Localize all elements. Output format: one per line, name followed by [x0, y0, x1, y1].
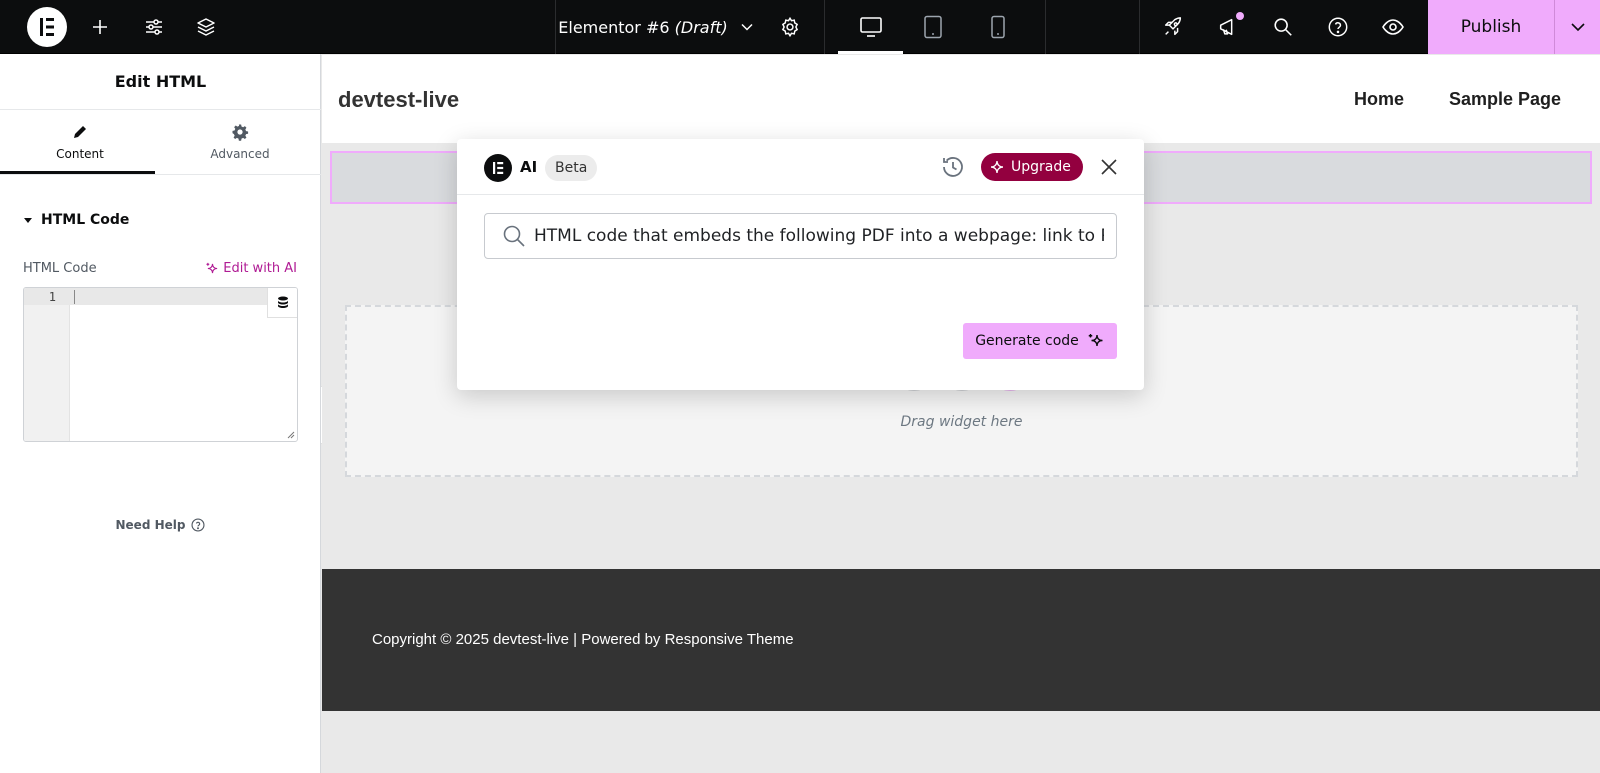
search-icon	[503, 225, 525, 247]
upgrade-label: Upgrade	[1011, 159, 1071, 175]
generate-code-label: Generate code	[975, 333, 1079, 349]
nav-link-home[interactable]: Home	[1354, 89, 1404, 110]
drop-area-text: Drag widget here	[900, 414, 1023, 430]
editor-panel: Edit HTML Content Advanced HTML Code HTM…	[0, 54, 321, 773]
eye-icon	[1382, 19, 1404, 35]
code-gutter	[24, 288, 70, 441]
tablet-icon	[924, 15, 942, 39]
device-desktop-button[interactable]	[838, 0, 903, 54]
site-header: devtest-live Home Sample Page	[322, 55, 1600, 143]
add-element-button[interactable]	[80, 0, 120, 54]
section-title: HTML Code	[41, 212, 130, 228]
tab-advanced-label: Advanced	[210, 147, 270, 161]
history-button[interactable]	[939, 153, 967, 186]
need-help-label: Need Help	[115, 518, 186, 532]
mobile-icon	[991, 15, 1005, 39]
html-code-label: HTML Code	[23, 261, 97, 276]
panel-title: Edit HTML	[0, 54, 321, 110]
footer-copyright: Copyright © 2025 devtest-live | Powered …	[372, 631, 794, 648]
structure-button[interactable]	[186, 0, 226, 54]
megaphone-icon	[1219, 18, 1233, 36]
line-number: 1	[48, 290, 56, 304]
active-code-line	[24, 288, 297, 305]
search-icon	[1274, 18, 1292, 36]
tab-content[interactable]: Content	[0, 110, 160, 174]
preview-button[interactable]	[1373, 0, 1413, 54]
finder-button[interactable]	[1263, 0, 1303, 54]
edit-with-ai-button[interactable]: Edit with AI	[206, 261, 297, 276]
html-code-editor[interactable]: 1	[23, 287, 298, 442]
device-tablet-button[interactable]	[903, 0, 963, 54]
history-icon	[943, 157, 963, 177]
tab-advanced[interactable]: Advanced	[160, 110, 320, 174]
database-icon	[277, 296, 288, 308]
help-button[interactable]	[1318, 0, 1358, 54]
help-circle-icon	[1328, 17, 1348, 37]
sparkle-icon	[990, 160, 1004, 174]
sliders-icon	[146, 19, 162, 35]
dynamic-tags-button[interactable]	[267, 288, 297, 318]
edit-with-ai-label: Edit with AI	[223, 261, 297, 276]
resize-handle-icon[interactable]	[285, 429, 295, 439]
site-title[interactable]: devtest-live	[338, 87, 459, 113]
chevron-down-icon	[1570, 23, 1585, 32]
notification-dot	[1236, 12, 1244, 20]
ai-dialog: AI Beta Upgrade Generate code	[457, 139, 1144, 390]
chevron-down-icon	[741, 23, 753, 31]
whats-new-button[interactable]	[1208, 0, 1248, 54]
gear-icon	[781, 16, 799, 38]
launchpad-button[interactable]	[1153, 0, 1193, 54]
generate-code-button[interactable]: Generate code	[963, 323, 1117, 359]
close-icon	[1101, 159, 1117, 175]
ai-sparkle-icon	[206, 262, 218, 274]
tab-content-label: Content	[56, 147, 104, 161]
need-help-link[interactable]: Need Help	[0, 518, 321, 532]
document-title: Elementor #6 (Draft)	[558, 17, 728, 37]
beta-badge: Beta	[545, 155, 598, 181]
ai-dialog-title: AI	[520, 158, 538, 176]
elementor-logo-icon[interactable]	[27, 7, 67, 47]
text-cursor	[74, 290, 75, 304]
site-footer: Copyright © 2025 devtest-live | Powered …	[322, 569, 1600, 711]
top-bar: Elementor #6 (Draft) Publish	[0, 0, 1600, 54]
page-settings-button[interactable]	[770, 0, 810, 54]
help-circle-icon	[191, 518, 206, 532]
caret-down-icon	[24, 218, 32, 223]
publish-options-button[interactable]	[1555, 0, 1600, 54]
pencil-icon	[74, 126, 86, 138]
publish-button[interactable]: Publish	[1428, 0, 1554, 54]
section-html-code-toggle[interactable]: HTML Code	[23, 212, 129, 228]
gear-icon	[232, 124, 249, 141]
device-mobile-button[interactable]	[968, 0, 1028, 54]
ai-dialog-header: AI Beta Upgrade	[457, 139, 1144, 195]
nav-link-sample-page[interactable]: Sample Page	[1449, 89, 1561, 110]
rocket-icon	[1164, 17, 1182, 36]
ai-sparkle-icon	[1088, 334, 1103, 347]
ai-prompt-input[interactable]	[534, 216, 1104, 256]
elementor-ai-logo-icon	[484, 154, 512, 182]
upgrade-button[interactable]: Upgrade	[981, 153, 1083, 181]
plus-icon	[93, 20, 107, 34]
ai-prompt-field[interactable]	[484, 213, 1117, 259]
close-dialog-button[interactable]	[1095, 153, 1123, 181]
site-settings-button[interactable]	[134, 0, 174, 54]
desktop-icon	[859, 17, 882, 37]
document-title-dropdown[interactable]: Elementor #6 (Draft)	[556, 0, 756, 54]
layers-icon	[197, 18, 215, 36]
